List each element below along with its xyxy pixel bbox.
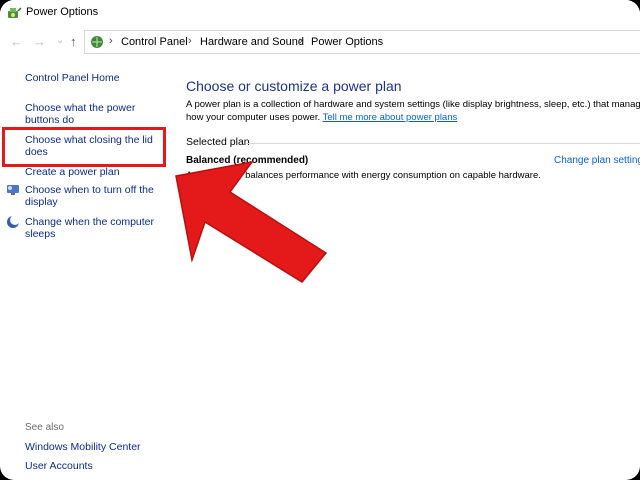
recent-locations-button[interactable]: ⌄ <box>56 33 64 49</box>
page-title: Choose or customize a power plan <box>186 78 402 94</box>
plan-explanation: A power plan is a collection of hardware… <box>186 98 640 124</box>
power-options-icon <box>8 7 22 18</box>
breadcrumb-separator: › <box>299 35 303 47</box>
sidebar-item-windows-mobility-center[interactable]: Windows Mobility Center <box>25 441 141 453</box>
description-line-1: A power plan is a collection of hardware… <box>186 99 640 110</box>
address-bar[interactable]: › Control Panel › Hardware and Sound › P… <box>84 30 640 54</box>
plan-radio-balanced[interactable]: Balanced (recommended) <box>186 155 308 166</box>
sidebar-item-power-buttons[interactable]: Choose what the power buttons do <box>25 102 145 126</box>
description-line-2: how your computer uses power. <box>186 112 323 123</box>
back-button[interactable]: ← <box>10 34 23 50</box>
address-row: ← → ⌄ ↑ › Control Panel › Hardware and S… <box>0 28 640 58</box>
breadcrumb-separator: › <box>188 35 192 47</box>
sidebar-item-computer-sleeps[interactable]: Change when the computer sleeps <box>25 216 155 240</box>
sidebar-item-control-panel-home[interactable]: Control Panel Home <box>25 72 120 84</box>
plan-description: Automatically balances performance with … <box>186 170 541 181</box>
window-title: Power Options <box>26 6 99 18</box>
sidebar-item-user-accounts[interactable]: User Accounts <box>25 460 93 472</box>
learn-more-link[interactable]: Tell me more about power plans <box>323 112 458 123</box>
main-content: Choose or customize a power plan A power… <box>186 58 640 480</box>
title-bar: Power Options <box>0 0 640 26</box>
breadcrumb-separator: › <box>109 35 113 47</box>
display-icon <box>7 185 19 195</box>
sidebar-item-create-power-plan[interactable]: Create a power plan <box>25 166 165 178</box>
forward-button[interactable]: → <box>33 34 46 50</box>
up-button[interactable]: ↑ <box>70 34 77 50</box>
highlight-box <box>2 127 166 167</box>
sleep-icon <box>7 215 20 228</box>
power-options-window: Power Options ← → ⌄ ↑ › Control Panel › … <box>0 0 640 480</box>
sidebar: Control Panel Home Choose what the power… <box>0 58 175 480</box>
breadcrumb-power-options[interactable]: Power Options <box>311 36 383 48</box>
sidebar-item-turn-off-display[interactable]: Choose when to turn off the display <box>25 184 155 208</box>
divider <box>246 143 640 144</box>
change-plan-settings-link[interactable]: Change plan settings <box>554 155 640 166</box>
control-panel-icon <box>91 36 103 48</box>
selected-plan-label: Selected plan <box>186 136 250 148</box>
breadcrumb-hardware-and-sound[interactable]: Hardware and Sound <box>200 36 304 48</box>
breadcrumb-control-panel[interactable]: Control Panel <box>121 36 188 48</box>
see-also-heading: See also <box>25 422 64 433</box>
